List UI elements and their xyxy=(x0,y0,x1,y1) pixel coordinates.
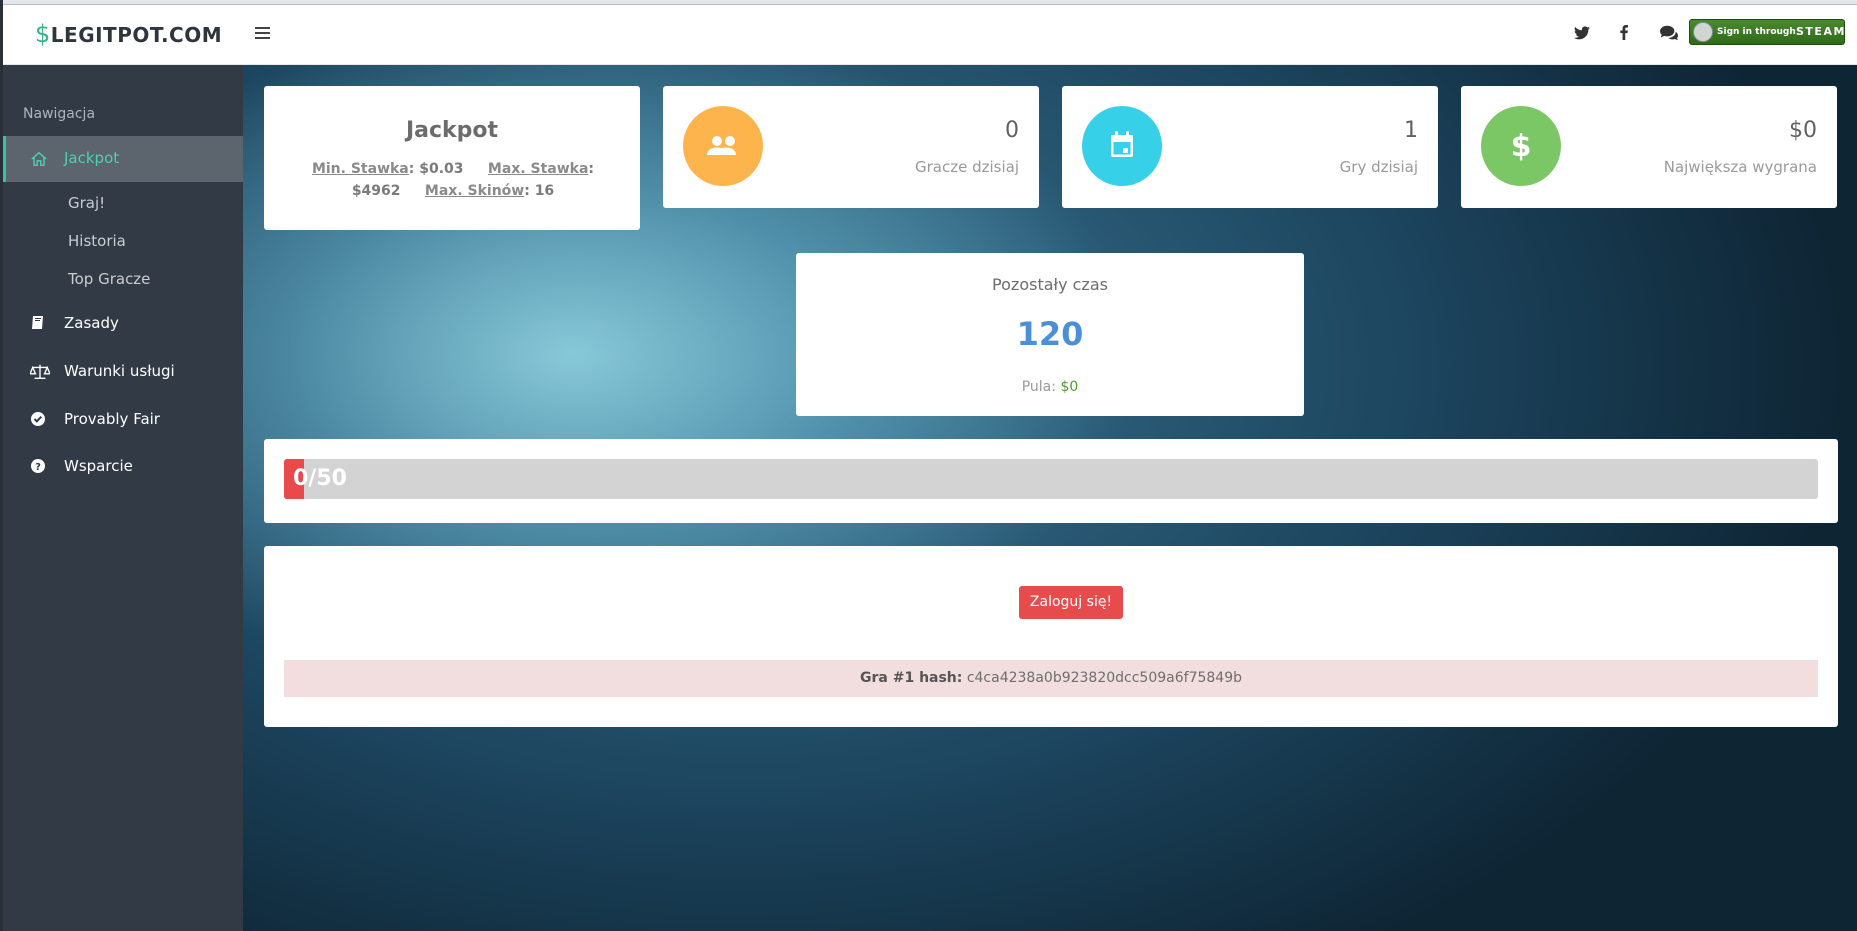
scale-icon xyxy=(28,363,52,381)
pool-info: Pula: $0 xyxy=(796,379,1304,395)
stat-card-biggest-win: $ $0 Największa wygrana xyxy=(1461,86,1837,208)
min-stake-label: Min. Stawka xyxy=(311,161,409,177)
min-stake-value: : $0.03 xyxy=(408,161,464,177)
stat-label: Gracze dzisiaj xyxy=(914,158,1019,176)
game-hash-bar: Gra #1 hash: c4ca4238a0b923820dcc509a6f7… xyxy=(284,660,1818,697)
menu-toggle-icon[interactable] xyxy=(255,27,270,39)
home-icon xyxy=(30,150,48,168)
stat-value: 1 xyxy=(1404,118,1418,143)
dollar-icon: $ xyxy=(1481,106,1561,186)
jackpot-title: Jackpot xyxy=(405,118,499,143)
question-circle-icon: ? xyxy=(30,458,48,476)
hash-label: Gra #1 hash: xyxy=(860,670,963,686)
items-progress-bar: 0/50 xyxy=(284,459,1818,499)
svg-text:?: ? xyxy=(35,462,41,473)
sidebar-item-label: Provably Fair xyxy=(64,410,160,428)
stat-card-games: 1 Gry dzisiaj xyxy=(1062,86,1438,208)
jackpot-limits: Min. Stawka: $0.03 Max. Stawka: $4962 Ma… xyxy=(282,158,624,202)
sidebar-item-warunki[interactable]: Warunki usługi xyxy=(3,349,243,395)
twitter-icon[interactable] xyxy=(1574,25,1594,45)
timer-heading: Pozostały czas xyxy=(992,275,1108,294)
sidebar-item-graj[interactable]: Graj! xyxy=(68,194,105,212)
sidebar-item-wsparcie[interactable]: ? Wsparcie xyxy=(3,444,243,490)
max-stake-label: Max. Stawka xyxy=(487,161,589,177)
logo-dollar-icon: $ xyxy=(35,20,51,48)
game-card: Zaloguj się! Gra #1 hash: c4ca4238a0b923… xyxy=(264,546,1838,727)
sidebar-item-label: Jackpot xyxy=(64,149,120,167)
sidebar-item-historia[interactable]: Historia xyxy=(68,232,126,250)
timer-card: Pozostały czas 120 Pula: $0 xyxy=(796,253,1304,416)
sidebar-item-jackpot[interactable]: Jackpot xyxy=(3,136,243,182)
sidebar-item-label: Warunki usługi xyxy=(64,362,175,380)
steam-logo-icon xyxy=(1693,22,1713,42)
sidebar: Nawigacja Jackpot Graj! Historia Top Gra… xyxy=(3,65,243,931)
calendar-icon xyxy=(1082,106,1162,186)
users-icon xyxy=(683,106,763,186)
book-icon xyxy=(30,315,48,333)
jackpot-card: Jackpot Min. Stawka: $0.03 Max. Stawka: … xyxy=(264,86,640,230)
sidebar-item-zasady[interactable]: Zasady xyxy=(3,301,243,347)
sidebar-heading: Nawigacja xyxy=(23,106,96,122)
stat-card-players: 0 Gracze dzisiaj xyxy=(663,86,1039,208)
progress-card: 0/50 xyxy=(264,439,1838,523)
steam-signin-button[interactable]: Sign in through STEAM xyxy=(1689,19,1845,45)
progress-text: 0/50 xyxy=(293,466,347,491)
steam-signin-text: Sign in through xyxy=(1717,27,1796,37)
sidebar-item-label: Wsparcie xyxy=(64,457,133,475)
main-content: Jackpot Min. Stawka: $0.03 Max. Stawka: … xyxy=(243,65,1857,931)
max-skins-label: Max. Skinów xyxy=(424,183,525,199)
facebook-icon[interactable] xyxy=(1619,25,1639,45)
max-skins-value: : 16 xyxy=(524,183,555,199)
login-button[interactable]: Zaloguj się! xyxy=(1019,586,1123,619)
pool-value: $0 xyxy=(1060,379,1079,395)
logo-text: LEGITPOT.COM xyxy=(50,23,223,47)
pool-label: Pula: xyxy=(1021,379,1056,395)
sidebar-item-label: Zasady xyxy=(64,314,119,332)
timer-countdown: 120 xyxy=(1016,315,1084,353)
hash-value: c4ca4238a0b923820dcc509a6f75849b xyxy=(966,670,1242,686)
top-header: $LEGITPOT.COM Sign in through STEAM xyxy=(3,5,1857,65)
sidebar-item-provably-fair[interactable]: Provably Fair xyxy=(3,397,243,443)
sidebar-item-top-gracze[interactable]: Top Gracze xyxy=(68,270,150,288)
svg-text:$: $ xyxy=(1511,129,1532,164)
stat-label: Gry dzisiaj xyxy=(1339,158,1418,176)
steam-brand-text: STEAM xyxy=(1796,25,1846,38)
window-edge xyxy=(0,0,3,931)
chat-icon[interactable] xyxy=(1660,25,1680,45)
stat-label: Największa wygrana xyxy=(1663,158,1817,176)
check-circle-icon xyxy=(30,411,48,429)
stat-value: 0 xyxy=(1005,118,1019,143)
site-logo[interactable]: $LEGITPOT.COM xyxy=(35,20,222,48)
stat-value: $0 xyxy=(1789,118,1817,143)
